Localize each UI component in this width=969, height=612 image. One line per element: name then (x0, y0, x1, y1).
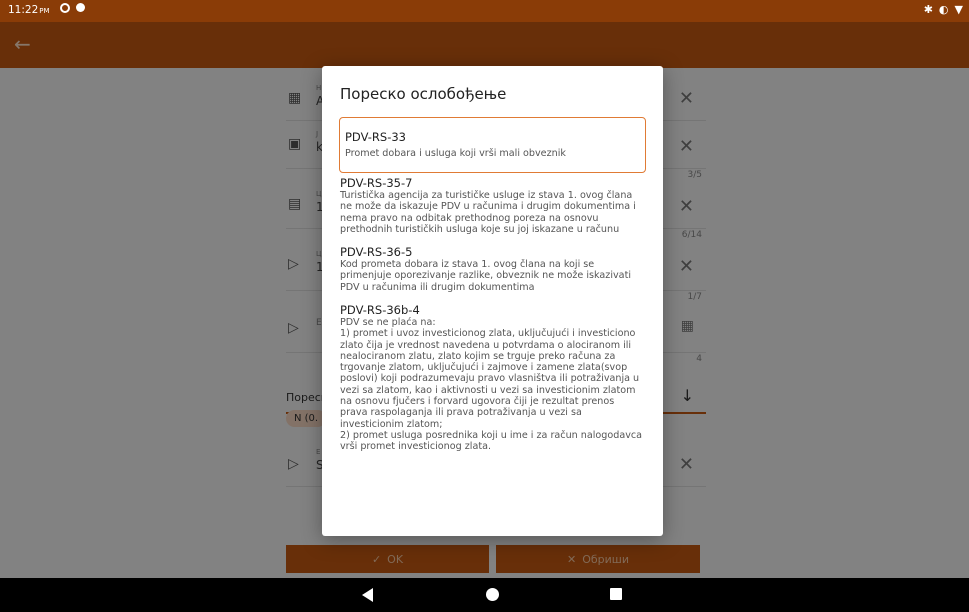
option-description: Turistička agencija za turističke usluge… (340, 190, 636, 235)
bluetooth-icon: ✱ (923, 3, 933, 16)
option-code: PDV-RS-36b-4 (340, 303, 420, 317)
recents-square-icon[interactable] (610, 588, 622, 600)
option-item[interactable]: PDV-RS-35-7 Turistička agencija za turis… (340, 176, 644, 235)
tax-exemption-dialog: Пореско ослобођење PDV-RS-33 Promet doba… (322, 66, 663, 536)
system-nav-bar (0, 578, 969, 612)
option-description: Promet dobara i usluga koji vrši mali ob… (345, 148, 566, 159)
option-description: Kod prometa dobara iz stava 1. ovog član… (340, 259, 631, 293)
option-item[interactable]: PDV-RS-33 Promet dobara i usluga koji vr… (339, 117, 646, 173)
option-code: PDV-RS-33 (345, 130, 407, 144)
option-item[interactable]: PDV-RS-36b-4 PDV se ne plaća na: 1) prom… (340, 303, 644, 453)
circle-status-icon (60, 3, 70, 13)
option-code: PDV-RS-36-5 (340, 245, 413, 259)
back-triangle-icon[interactable] (362, 588, 373, 602)
dialog-title: Пореско ослобођење (340, 85, 507, 103)
vibrate-icon: ◐ (938, 3, 949, 16)
dot-status-icon (76, 3, 85, 12)
home-circle-icon[interactable] (486, 588, 499, 601)
option-description: PDV se ne plaća na: 1) promet i uvoz inv… (340, 317, 643, 453)
status-bar: 11:22PM ✱ ◐ ▼ (0, 0, 969, 22)
wifi-icon: ▼ (954, 3, 963, 16)
option-item[interactable]: PDV-RS-36-5 Kod prometa dobara iz stava … (340, 245, 644, 293)
status-time: 11:22PM (8, 4, 50, 16)
option-code: PDV-RS-35-7 (340, 176, 413, 190)
